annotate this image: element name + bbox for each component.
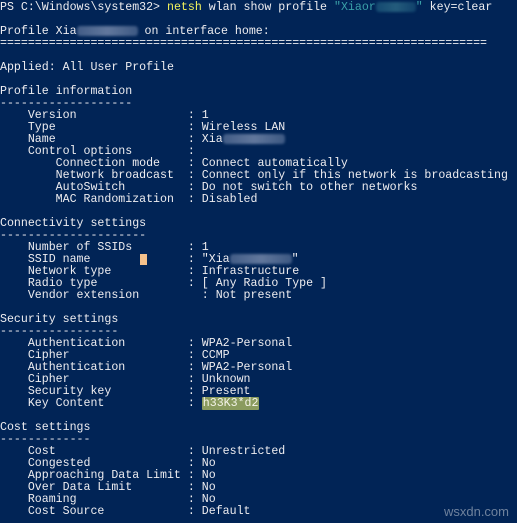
applied-text: Applied: All User Profile: [0, 61, 174, 74]
redacted-value: [229, 254, 292, 264]
command-line: PS C:\Windows\system32> netsh wlan show …: [0, 2, 508, 14]
prompt: PS C:\Windows\system32>: [0, 1, 167, 15]
command-name: netsh: [166, 1, 202, 15]
profile-arg-suffix: ": [415, 1, 423, 15]
profile-arg-prefix: "Xiaor: [333, 1, 376, 15]
setting-value: 1: [201, 241, 209, 254]
setting-label: MAC Randomization: [0, 193, 188, 206]
setting-row: Cost Source : Default: [0, 506, 508, 518]
setting-label: Vendor extension: [0, 289, 188, 302]
redacted-value: [222, 134, 285, 144]
setting-row: Vendor extension : Not present: [0, 290, 508, 302]
setting-value: Not present: [215, 289, 293, 302]
command-args: wlan show profile: [201, 1, 334, 15]
setting-separator: :: [187, 121, 202, 134]
setting-value: Disabled: [201, 193, 258, 206]
setting-label: Cost Source: [0, 505, 188, 518]
connectivity-rows: Number of SSIDs : 1 SSID name : "Xia " Ne…: [0, 242, 508, 314]
setting-value: Wireless LAN: [201, 121, 286, 134]
setting-separator: :: [187, 289, 216, 302]
setting-separator: :: [187, 397, 202, 410]
security-rows: Authentication : WPA2-Personal Cipher : …: [0, 338, 508, 422]
separator: ========================================…: [0, 37, 488, 50]
text-cursor: [140, 254, 147, 265]
setting-label: Key Content: [0, 397, 188, 410]
setting-label: Type: [0, 121, 188, 134]
redacted-profile-arg: [375, 2, 416, 12]
setting-separator: :: [187, 193, 202, 206]
setting-separator: :: [187, 505, 202, 518]
setting-value: Xia: [201, 133, 223, 147]
setting-row: Key Content : h33K3*d2: [0, 397, 508, 410]
setting-row: MAC Randomization : Disabled: [0, 194, 508, 206]
command-tail: key=clear: [422, 1, 493, 15]
watermark: wsxdn.com: [443, 504, 509, 519]
setting-separator: :: [187, 241, 202, 254]
terminal-output[interactable]: PS C:\Windows\system32> netsh wlan show …: [0, 2, 508, 518]
cost-rows: Cost : Unrestricted Congested : No Appro…: [0, 446, 508, 518]
setting-label: Number of SSIDs: [0, 241, 188, 254]
setting-value: Default: [201, 505, 251, 518]
redacted-profile-name: [76, 26, 138, 36]
profile-rows: Version : 1 Type : Wireless LAN Name : X…: [0, 110, 508, 218]
setting-value[interactable]: h33K3*d2: [201, 397, 260, 410]
